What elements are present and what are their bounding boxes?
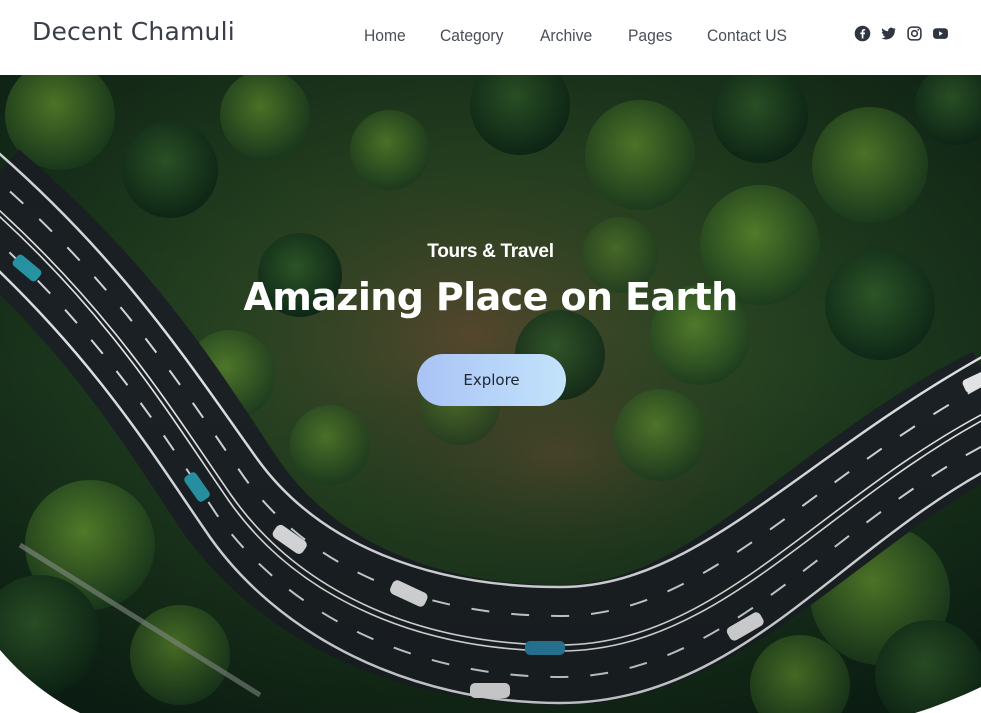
nav-item-contact[interactable]: Contact US bbox=[707, 26, 787, 46]
nav-item-home[interactable]: Home bbox=[364, 26, 406, 46]
youtube-icon[interactable] bbox=[932, 25, 949, 42]
social-links bbox=[854, 25, 949, 42]
site-logo[interactable]: Decent Chamuli bbox=[32, 17, 235, 46]
nav-item-pages[interactable]: Pages bbox=[628, 26, 672, 46]
twitter-icon[interactable] bbox=[880, 25, 897, 42]
hero-title: Amazing Place on Earth bbox=[243, 275, 738, 319]
hero-section: Tours & Travel Amazing Place on Earth Ex… bbox=[0, 75, 981, 713]
site-header: Decent Chamuli Home Category Archive Pag… bbox=[0, 0, 981, 75]
instagram-icon[interactable] bbox=[906, 25, 923, 42]
explore-button[interactable]: Explore bbox=[417, 354, 566, 406]
hero-subtitle: Tours & Travel bbox=[427, 241, 554, 262]
nav-item-category[interactable]: Category bbox=[440, 26, 503, 46]
main-nav: Home Category Archive Pages Contact US bbox=[364, 26, 825, 46]
nav-item-archive[interactable]: Archive bbox=[540, 26, 592, 46]
facebook-icon[interactable] bbox=[854, 25, 871, 42]
